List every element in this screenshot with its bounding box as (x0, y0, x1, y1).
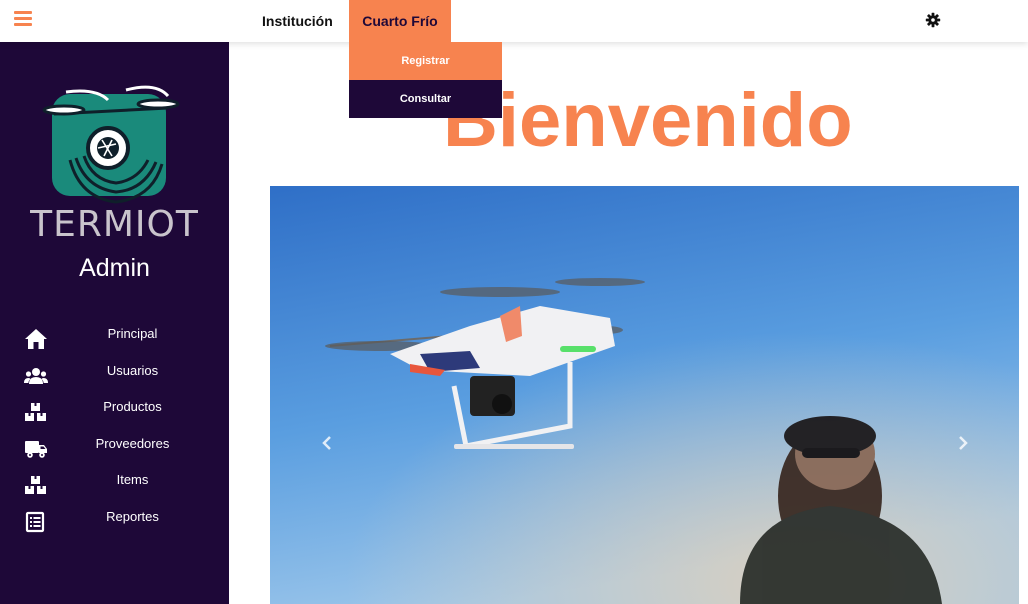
user-role: Admin (79, 254, 150, 282)
sidebar-item-proveedores[interactable]: Proveedores (0, 432, 229, 469)
hamburger-menu-icon[interactable] (14, 11, 32, 27)
gear-icon[interactable] (925, 12, 941, 28)
report-icon (25, 511, 45, 533)
top-navbar: Institución Cuarto Frío (0, 0, 1028, 42)
sidebar-item-label: Items (116, 472, 149, 488)
carousel-next-icon[interactable] (956, 436, 970, 450)
sidebar-item-label: Reportes (106, 508, 159, 524)
home-icon (25, 329, 47, 349)
sidebar-item-label: Principal (107, 326, 158, 341)
truck-icon (25, 440, 47, 458)
boxes-icon (25, 403, 46, 422)
sidebar-item-label: Proveedores (95, 435, 170, 451)
page-title: Bienvenido (443, 78, 853, 163)
nav-institucion[interactable]: Institución (262, 0, 333, 42)
boxes-icon (25, 476, 46, 495)
nav-cuarto-frio[interactable]: Cuarto Frío (349, 0, 451, 42)
carousel-prev-icon[interactable] (320, 436, 334, 450)
sidebar-item-usuarios[interactable]: Usuarios (0, 359, 229, 396)
dropdown-consultar[interactable]: Consultar (349, 80, 502, 118)
sidebar-item-productos[interactable]: Productos (0, 395, 229, 432)
brand-name: TERMIOT (30, 204, 199, 245)
sidebar-menu: Principal Usuarios Productos Proveedores… (0, 322, 229, 542)
cuarto-frio-dropdown: Registrar Consultar (349, 42, 502, 118)
sidebar-item-principal[interactable]: Principal (0, 322, 229, 359)
sidebar-item-label: Productos (103, 399, 162, 415)
dropdown-registrar[interactable]: Registrar (349, 42, 502, 80)
users-icon (24, 367, 48, 384)
sidebar: TERMIOT Admin Principal Usuarios Product… (0, 42, 229, 604)
image-carousel (270, 186, 1019, 604)
sidebar-item-reportes[interactable]: Reportes (0, 505, 229, 542)
sidebar-item-items[interactable]: Items (0, 468, 229, 505)
drone-photo (270, 186, 1019, 604)
sidebar-item-label: Usuarios (106, 362, 159, 378)
